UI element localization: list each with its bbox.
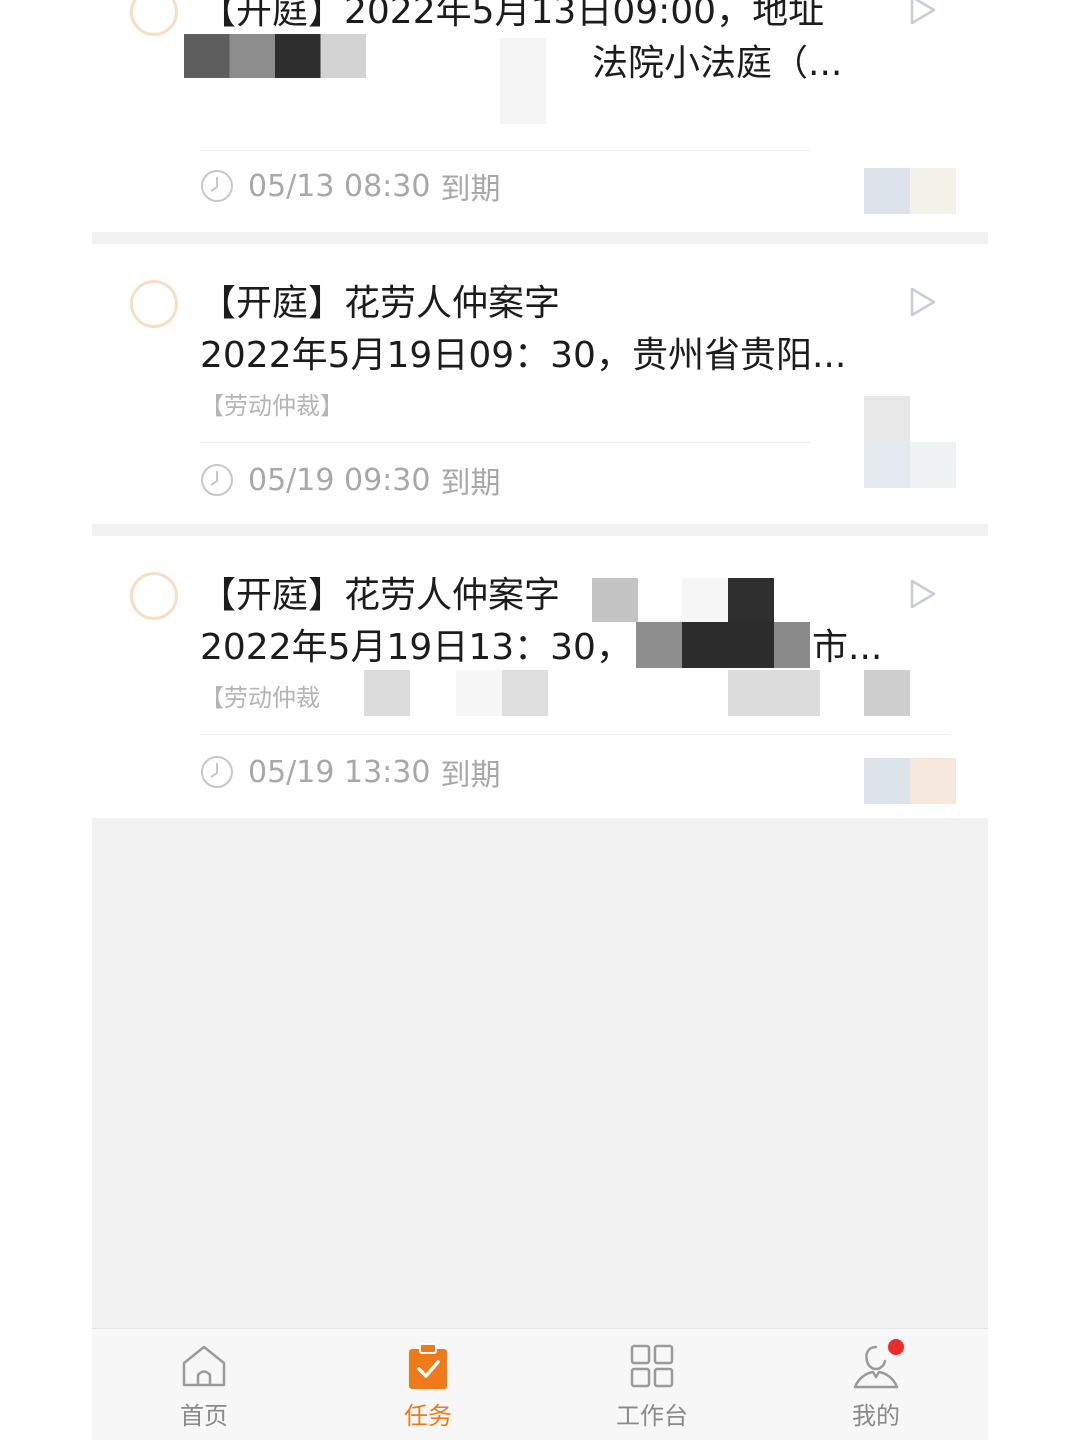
task-title-line1: 【开庭】花劳人仲案字 [200, 575, 561, 616]
redacted-block [456, 670, 548, 716]
redacted-block [864, 670, 910, 716]
task-card[interactable]: 【开庭】花劳人仲案字 2022年5月19日09：30，贵州省贵阳... 【劳动仲… [92, 244, 988, 524]
play-icon[interactable] [908, 286, 938, 318]
app-screen: 【开庭】2022年5月13日09:00，地址 法院小法庭（... 05/13 0… [92, 0, 988, 1440]
task-tag: 【劳动仲裁 [200, 684, 320, 712]
redacted-block [774, 622, 810, 668]
task-title-line2: 法院小法庭（... [592, 43, 843, 84]
assignee-avatar [864, 168, 956, 214]
redacted-block [864, 396, 910, 442]
redacted-block [728, 670, 820, 716]
redacted-block [636, 622, 682, 668]
redacted-block [592, 578, 638, 622]
task-complete-checkbox[interactable] [130, 572, 178, 620]
notification-badge [888, 1339, 904, 1355]
due-suffix: 到期 [440, 758, 501, 793]
due-time: 05/19 09:30 [248, 462, 431, 498]
redacted-block [364, 670, 410, 716]
due-time: 05/19 13:30 [248, 754, 431, 790]
tab-mine[interactable]: 我的 [764, 1329, 988, 1440]
redacted-block [728, 578, 774, 622]
task-card[interactable]: 【开庭】2022年5月13日09:00，地址 法院小法庭（... 05/13 0… [92, 0, 988, 232]
task-clipboard-icon [409, 1343, 447, 1389]
due-suffix: 到期 [440, 172, 501, 207]
play-icon[interactable] [908, 0, 938, 26]
play-icon[interactable] [908, 578, 938, 610]
grid-icon [630, 1344, 674, 1388]
assignee-avatar [864, 442, 956, 488]
tab-label: 工作台 [616, 1402, 688, 1430]
redacted-block [682, 578, 728, 622]
task-complete-checkbox[interactable] [130, 0, 178, 36]
home-icon [182, 1345, 226, 1387]
tab-workbench[interactable]: 工作台 [540, 1329, 764, 1440]
tab-label: 我的 [852, 1402, 900, 1430]
task-title-line1: 【开庭】花劳人仲案字 [200, 283, 561, 324]
assignee-avatar [864, 758, 956, 804]
tab-label: 首页 [180, 1402, 228, 1430]
clock-icon [201, 464, 233, 496]
clock-icon [201, 756, 233, 788]
task-complete-checkbox[interactable] [130, 280, 178, 328]
task-title-line1: 【开庭】2022年5月13日09:00，地址 [200, 0, 825, 32]
task-tag: 【劳动仲裁】 [200, 392, 344, 420]
clock-icon [201, 170, 233, 202]
task-title-line2-tail: 市... [812, 627, 883, 668]
due-time: 05/13 08:30 [248, 168, 431, 204]
tab-tasks[interactable]: 任务 [316, 1329, 540, 1440]
due-info: 05/19 09:30 到期 [200, 460, 501, 501]
task-title-line2: 2022年5月19日13：30， [200, 627, 632, 668]
tab-home[interactable]: 首页 [92, 1329, 316, 1440]
redacted-block [500, 38, 546, 124]
redacted-block [184, 34, 366, 78]
due-suffix: 到期 [440, 466, 501, 501]
tab-label: 任务 [404, 1402, 452, 1430]
card-divider [200, 150, 810, 151]
card-divider [200, 734, 950, 735]
task-card[interactable]: 【开庭】花劳人仲案字 2022年5月19日13：30， 市... 【劳动仲裁 0… [92, 536, 988, 818]
task-title-line2: 2022年5月19日09：30，贵州省贵阳... [200, 335, 847, 376]
redacted-block [682, 622, 774, 668]
card-divider [200, 442, 810, 443]
due-info: 05/19 13:30 到期 [200, 752, 501, 793]
bottom-tab-bar: 首页 任务 工作台 我的 [92, 1328, 988, 1440]
due-info: 05/13 08:30 到期 [200, 166, 501, 207]
